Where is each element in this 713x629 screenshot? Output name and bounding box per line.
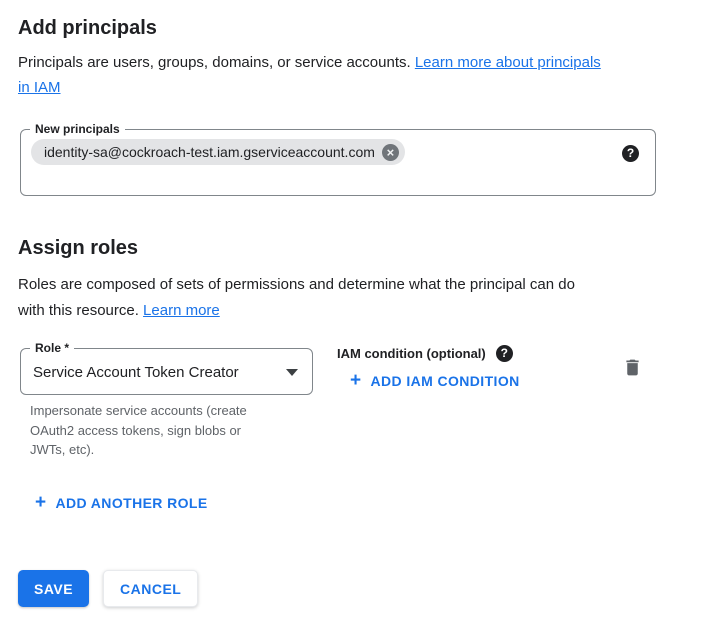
- role-label: Role *: [30, 341, 74, 356]
- assign-roles-description-line2: with this resource.: [18, 302, 143, 319]
- plus-icon: +: [35, 494, 47, 512]
- add-iam-condition-label: ADD IAM CONDITION: [371, 373, 520, 389]
- chip-remove-icon[interactable]: ×: [382, 144, 399, 161]
- role-select-value: Service Account Token Creator: [33, 364, 239, 382]
- save-button[interactable]: SAVE: [18, 570, 89, 607]
- principal-chip: identity-sa@cockroach-test.iam.gservicea…: [31, 139, 405, 165]
- role-helper-line: JWTs, etc).: [30, 440, 247, 460]
- add-another-role-button[interactable]: + ADD ANOTHER ROLE: [35, 494, 208, 512]
- role-select[interactable]: Role * Service Account Token Creator: [20, 348, 313, 395]
- assign-roles-description: Roles are composed of sets of permission…: [18, 272, 683, 324]
- assign-roles-title: Assign roles: [18, 236, 138, 260]
- learn-more-principals-link[interactable]: Learn more about principals: [415, 54, 601, 71]
- iam-condition-label: IAM condition (optional): [337, 346, 486, 361]
- chevron-down-icon: [286, 369, 298, 376]
- add-iam-condition-button[interactable]: + ADD IAM CONDITION: [350, 372, 520, 390]
- role-helper-line: OAuth2 access tokens, sign blobs or: [30, 421, 247, 441]
- page-title: Add principals: [18, 16, 157, 40]
- new-principals-help-icon[interactable]: ?: [622, 145, 639, 162]
- learn-more-principals-link-wrap[interactable]: in IAM: [18, 79, 61, 96]
- trash-icon: [622, 357, 643, 378]
- cancel-button[interactable]: CANCEL: [103, 570, 198, 607]
- principals-description-text: Principals are users, groups, domains, o…: [18, 54, 415, 71]
- role-helper-line: Impersonate service accounts (create: [30, 401, 247, 421]
- assign-roles-description-line1: Roles are composed of sets of permission…: [18, 272, 683, 298]
- learn-more-roles-link[interactable]: Learn more: [143, 302, 220, 319]
- iam-condition-help-icon[interactable]: ?: [496, 345, 513, 362]
- delete-role-button[interactable]: [622, 357, 643, 383]
- role-helper-text: Impersonate service accounts (create OAu…: [30, 401, 247, 460]
- new-principals-label: New principals: [30, 122, 125, 137]
- iam-condition-header: IAM condition (optional) ?: [337, 345, 513, 362]
- plus-icon: +: [350, 372, 362, 390]
- principal-chip-text: identity-sa@cockroach-test.iam.gservicea…: [44, 144, 375, 160]
- add-another-role-label: ADD ANOTHER ROLE: [56, 495, 208, 511]
- new-principals-field[interactable]: New principals identity-sa@cockroach-tes…: [20, 129, 656, 196]
- principals-description: Principals are users, groups, domains, o…: [18, 50, 683, 100]
